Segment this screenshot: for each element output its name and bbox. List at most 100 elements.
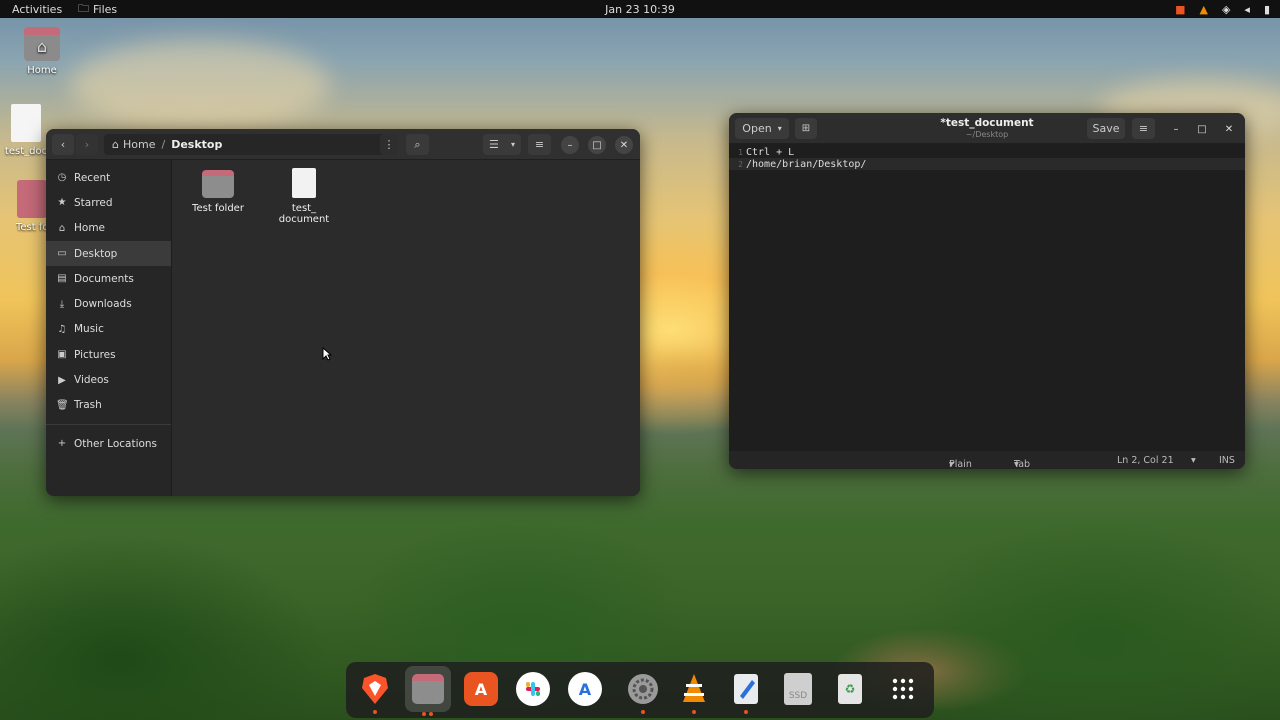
breadcrumb-home[interactable]: ⌂ Home <box>112 138 155 151</box>
clock[interactable]: Jan 23 10:39 <box>0 3 1280 16</box>
home-folder-icon <box>24 27 60 61</box>
text-line: 1 Ctrl + L <box>729 146 1245 158</box>
sidebar-item-music[interactable]: ♫ Music <box>46 317 171 342</box>
text-editor-window[interactable]: Open ▾ ⊞ *test_document ~/Desktop Save ≡… <box>729 113 1245 469</box>
dock: A A SSD ♻ <box>346 662 934 718</box>
dock-trash[interactable]: ♻ <box>833 672 867 706</box>
music-icon: ♫ <box>57 323 67 335</box>
ssd-label: SSD <box>788 691 808 701</box>
dock-brave[interactable] <box>358 672 392 714</box>
dock-files[interactable] <box>405 666 451 716</box>
system-tray[interactable]: ■ ▲ ◈ ◂ ▮ <box>1175 3 1270 16</box>
search-button[interactable]: ⌕ <box>406 134 429 155</box>
mouse-pointer-icon <box>322 347 332 361</box>
desktop-icon-label: Test fo <box>16 222 48 233</box>
trash-bin-icon: ♻ <box>838 674 862 704</box>
more-vertical-icon: ⋮ <box>383 138 395 151</box>
sidebar-item-recent[interactable]: ◷ Recent <box>46 165 171 190</box>
file-name-line2: document <box>278 214 330 225</box>
vlc-icon <box>683 674 705 702</box>
save-button[interactable]: Save <box>1087 118 1125 139</box>
sidebar-item-downloads[interactable]: ⤓ Downloads <box>46 291 171 316</box>
minimize-icon: – <box>567 139 573 151</box>
back-button[interactable]: ‹ <box>52 134 74 155</box>
text-line: 2 /home/brian/Desktop/ <box>729 158 1245 170</box>
maximize-button[interactable]: □ <box>588 136 606 154</box>
search-icon: ⌕ <box>414 137 421 151</box>
sidebar-item-desktop[interactable]: ▭ Desktop <box>46 240 171 267</box>
battery-icon: ▮ <box>1263 2 1270 16</box>
desktop-icon-label: test_doc <box>4 146 48 157</box>
sidebar-item-videos[interactable]: ▶ Videos <box>46 367 171 392</box>
trash-icon: 🗑 <box>56 399 69 411</box>
sidebar-item-label: Trash <box>74 399 102 412</box>
editor-menu-button[interactable]: ≡ <box>1132 118 1155 139</box>
star-icon: ★ <box>57 197 67 209</box>
dock-app[interactable]: A <box>568 672 602 706</box>
dock-show-apps[interactable] <box>886 672 920 706</box>
desktop-icon-home[interactable]: Home <box>12 27 72 76</box>
view-toggle-button[interactable]: ☰ ▾ <box>483 134 521 155</box>
dock-slack[interactable] <box>516 672 550 706</box>
sidebar-item-label: Pictures <box>74 348 116 361</box>
dock-app-center[interactable]: A <box>464 672 498 706</box>
maximize-button[interactable]: □ <box>1193 120 1211 138</box>
sidebar-item-label: Recent <box>74 171 111 184</box>
brave-icon <box>362 674 388 704</box>
chevron-down-icon: ▾ <box>1014 459 1019 469</box>
chevron-down-icon: ▾ <box>510 140 515 149</box>
text-area[interactable]: 1 Ctrl + L 2 /home/brian/Desktop/ <box>729 144 1245 451</box>
running-indicator <box>373 710 377 714</box>
close-button[interactable]: ✕ <box>615 136 633 154</box>
file-view[interactable]: Test folder test_ document <box>173 160 640 496</box>
picture-icon: ▣ <box>57 349 67 361</box>
dock-vlc[interactable] <box>677 672 711 714</box>
main-menu-button[interactable]: ≡ <box>528 134 551 155</box>
file-item-test-folder[interactable]: Test folder <box>183 164 253 214</box>
minimize-button[interactable]: – <box>1167 120 1185 138</box>
running-indicator <box>641 710 645 714</box>
folder-icon <box>202 170 234 198</box>
chevron-down-icon[interactable]: ▾ <box>1191 455 1196 466</box>
path-menu-button[interactable]: ⋮ <box>380 134 398 155</box>
editor-status-bar: Plain Text ▾ Tab Width: 8 ▾ Ln 2, Col 21… <box>729 451 1245 469</box>
chevron-left-icon: ‹ <box>60 138 66 151</box>
cursor-position[interactable]: Ln 2, Col 21 <box>1117 455 1174 466</box>
list-view-icon: ☰ <box>489 138 499 151</box>
forward-button[interactable]: › <box>76 134 98 155</box>
volume-icon: ◂ <box>1244 2 1250 16</box>
minimize-button[interactable]: – <box>561 136 579 154</box>
running-indicator <box>429 712 433 716</box>
sidebar-item-pictures[interactable]: ▣ Pictures <box>46 342 171 367</box>
files-headerbar: ‹ › ⌂ Home / Desktop ⋮ ⌕ ☰ ▾ ≡ – □ ✕ <box>46 129 640 160</box>
vlc-tray-icon: ▲ <box>1199 2 1208 16</box>
desktop-icon-test-document[interactable]: test_doc <box>4 104 48 157</box>
video-icon: ▶ <box>58 374 66 386</box>
dock-settings[interactable] <box>626 672 660 714</box>
sidebar-item-label: Home <box>74 222 106 235</box>
hamburger-icon: ≡ <box>534 138 545 151</box>
desktop-icon-test-folder[interactable]: Test fo <box>16 180 48 233</box>
sidebar-item-documents[interactable]: ▤ Documents <box>46 266 171 291</box>
sidebar-item-label: Other Locations <box>74 437 158 450</box>
sidebar-item-other-locations[interactable]: + Other Locations <box>46 431 171 456</box>
screen-record-icon: ■ <box>1175 2 1186 16</box>
sidebar-item-label: Downloads <box>74 298 132 311</box>
sidebar-item-home[interactable]: ⌂ Home <box>46 216 171 241</box>
breadcrumb-home-label: Home <box>122 138 156 151</box>
sidebar-item-trash[interactable]: 🗑 Trash <box>46 393 171 418</box>
plus-icon: + <box>57 438 67 450</box>
dock-ssd-drive[interactable]: SSD <box>781 672 815 706</box>
files-window[interactable]: ‹ › ⌂ Home / Desktop ⋮ ⌕ ☰ ▾ ≡ – □ ✕ ◷ Re… <box>46 129 640 496</box>
file-item-test-document[interactable]: test_ document <box>269 164 339 225</box>
sidebar-item-label: Desktop <box>74 247 118 260</box>
breadcrumb-current[interactable]: Desktop <box>171 138 222 151</box>
ssd-drive-icon: SSD <box>784 673 812 705</box>
dock-text-editor[interactable] <box>729 672 763 714</box>
close-button[interactable]: ✕ <box>1220 120 1238 138</box>
folder-icon <box>17 180 47 218</box>
path-bar[interactable]: ⌂ Home / Desktop <box>104 134 398 155</box>
app-icon: A <box>578 679 592 699</box>
sidebar-item-starred[interactable]: ★ Starred <box>46 190 171 215</box>
save-label: Save <box>1092 122 1120 135</box>
